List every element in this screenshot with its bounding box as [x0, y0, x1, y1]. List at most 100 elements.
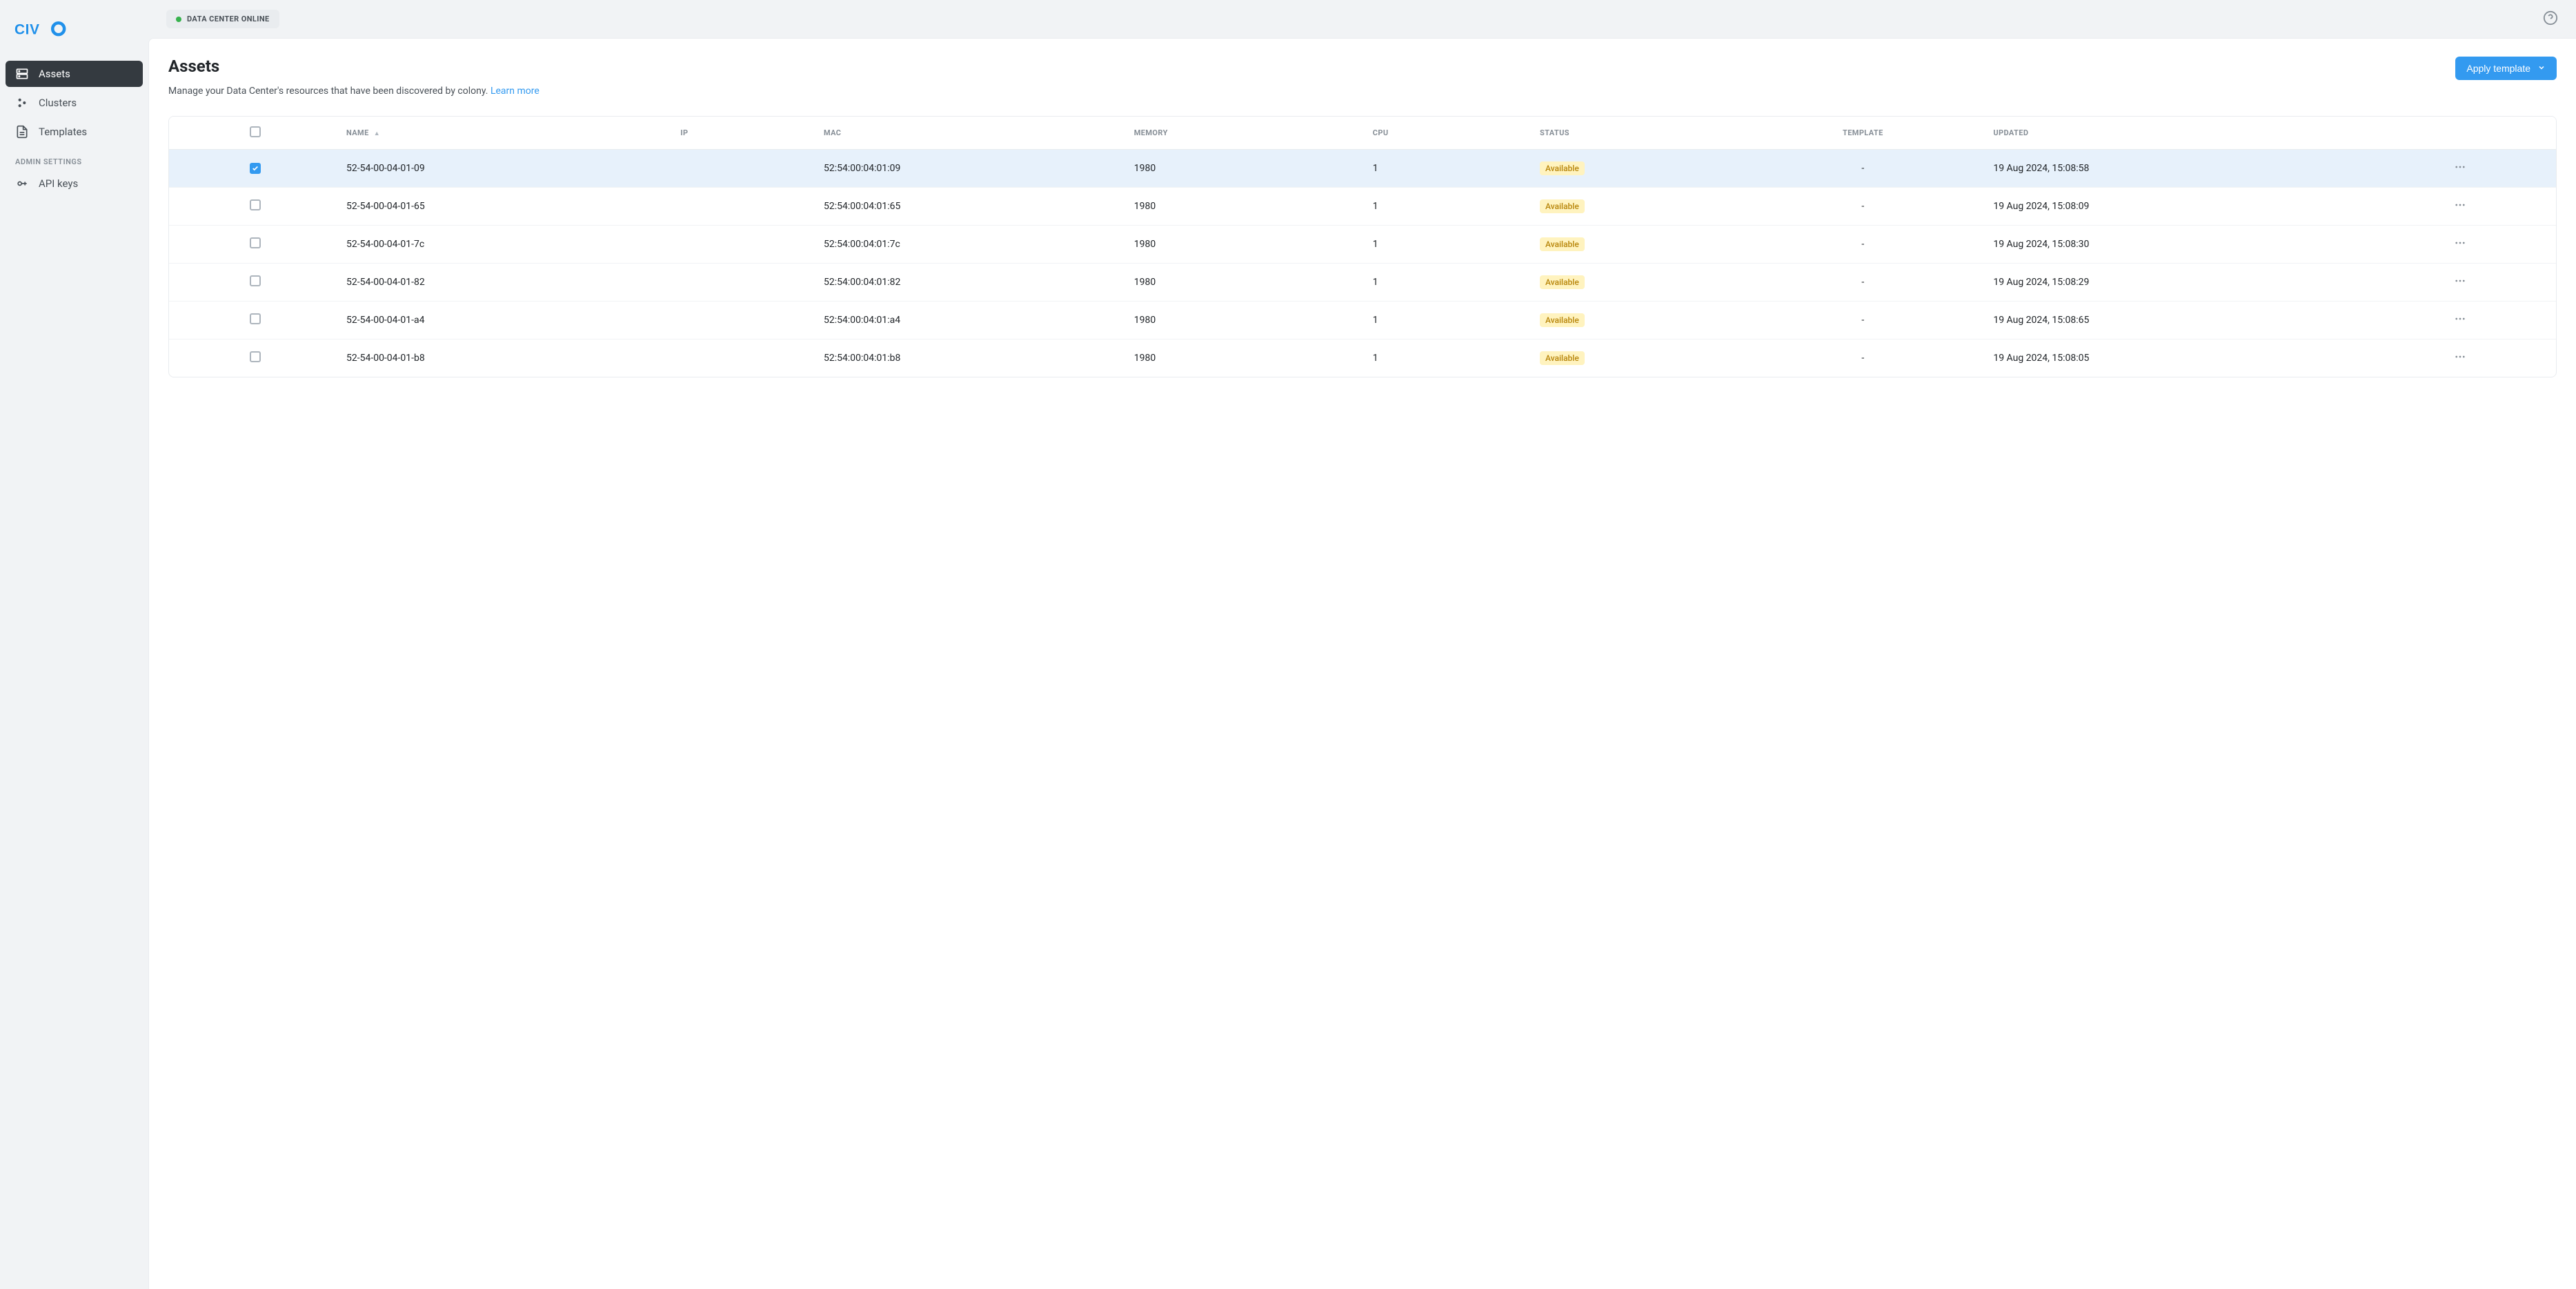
col-header-status[interactable]: STATUS [1529, 117, 1743, 150]
page-description: Manage your Data Center's resources that… [168, 86, 2557, 97]
key-icon [15, 177, 29, 190]
apply-template-button[interactable]: Apply template [2455, 57, 2557, 80]
cell-template: - [1743, 150, 1982, 188]
learn-more-link[interactable]: Learn more [491, 86, 539, 97]
col-header-template[interactable]: TEMPLATE [1743, 117, 1982, 150]
cell-cpu: 1 [1362, 226, 1529, 264]
table-row[interactable]: 52-54-00-04-01-0952:54:00:04:01:0919801A… [169, 150, 2556, 188]
sort-asc-icon: ▲ [374, 130, 380, 137]
cell-updated: 19 Aug 2024, 15:08:58 [1982, 150, 2364, 188]
sidebar-item-label: Assets [39, 68, 70, 80]
more-horizontal-icon [2454, 351, 2466, 366]
cell-updated: 19 Aug 2024, 15:08:09 [1982, 188, 2364, 226]
cell-ip [669, 226, 813, 264]
col-header-memory[interactable]: MEMORY [1123, 117, 1362, 150]
status-badge: Available [1540, 161, 1585, 175]
admin-settings-label: ADMIN SETTINGS [6, 145, 143, 170]
row-actions-button[interactable] [2454, 161, 2466, 176]
chevron-down-icon [2537, 63, 2546, 74]
cell-name: 52-54-00-04-01-65 [335, 188, 669, 226]
sidebar-item-api-keys[interactable]: API keys [6, 170, 143, 197]
cell-mac: 52:54:00:04:01:65 [813, 188, 1123, 226]
row-checkbox[interactable] [250, 199, 261, 210]
page-description-text: Manage your Data Center's resources that… [168, 86, 488, 97]
col-header-mac[interactable]: MAC [813, 117, 1123, 150]
svg-text:CIV: CIV [14, 22, 40, 38]
cell-memory: 1980 [1123, 264, 1362, 302]
sidebar-item-label: API keys [39, 177, 78, 190]
cell-template: - [1743, 302, 1982, 340]
table-row[interactable]: 52-54-00-04-01-8252:54:00:04:01:8219801A… [169, 264, 2556, 302]
help-icon[interactable] [2543, 10, 2558, 28]
cell-memory: 1980 [1123, 340, 1362, 377]
more-horizontal-icon [2454, 199, 2466, 214]
table-row[interactable]: 52-54-00-04-01-a452:54:00:04:01:a419801A… [169, 302, 2556, 340]
status-badge: Available [1540, 351, 1585, 365]
cell-memory: 1980 [1123, 226, 1362, 264]
row-actions-button[interactable] [2454, 199, 2466, 214]
row-actions-button[interactable] [2454, 351, 2466, 366]
more-horizontal-icon [2454, 161, 2466, 176]
cell-template: - [1743, 340, 1982, 377]
sidebar-item-templates[interactable]: Templates [6, 119, 143, 145]
col-header-updated[interactable]: UPDATED [1982, 117, 2364, 150]
cell-status: Available [1529, 340, 1743, 377]
cell-template: - [1743, 264, 1982, 302]
cell-cpu: 1 [1362, 264, 1529, 302]
status-badge: Available [1540, 313, 1585, 327]
row-actions-button[interactable] [2454, 275, 2466, 290]
col-header-name[interactable]: NAME ▲ [335, 117, 669, 150]
cell-status: Available [1529, 264, 1743, 302]
status-dot-icon [176, 17, 181, 22]
cell-mac: 52:54:00:04:01:7c [813, 226, 1123, 264]
cell-memory: 1980 [1123, 150, 1362, 188]
cell-cpu: 1 [1362, 188, 1529, 226]
status-badge: Available [1540, 237, 1585, 251]
col-header-ip[interactable]: IP [669, 117, 813, 150]
cell-status: Available [1529, 226, 1743, 264]
table-row[interactable]: 52-54-00-04-01-65 52:54:00:04:01:6519801A… [169, 188, 2556, 226]
status-badge: Available [1540, 275, 1585, 289]
col-header-cpu[interactable]: CPU [1362, 117, 1529, 150]
table-row[interactable]: 52-54-00-04-01-b852:54:00:04:01:b819801A… [169, 340, 2556, 377]
cell-status: Available [1529, 302, 1743, 340]
cell-name: 52-54-00-04-01-7c [335, 226, 669, 264]
select-all-checkbox[interactable] [250, 126, 261, 137]
row-checkbox[interactable] [250, 163, 261, 174]
templates-icon [15, 125, 29, 139]
more-horizontal-icon [2454, 313, 2466, 328]
more-horizontal-icon [2454, 275, 2466, 290]
cell-ip [669, 340, 813, 377]
col-name-label: NAME [346, 128, 369, 137]
row-checkbox[interactable] [250, 313, 261, 324]
cell-updated: 19 Aug 2024, 15:08:29 [1982, 264, 2364, 302]
row-checkbox[interactable] [250, 351, 261, 362]
row-checkbox[interactable] [250, 275, 261, 286]
clusters-icon [15, 96, 29, 110]
row-checkbox[interactable] [250, 237, 261, 248]
row-actions-button[interactable] [2454, 237, 2466, 252]
cell-name: 52-54-00-04-01-b8 [335, 340, 669, 377]
sidebar-item-label: Templates [39, 126, 87, 138]
cell-updated: 19 Aug 2024, 15:08:05 [1982, 340, 2364, 377]
sidebar: CIV Assets Clusters Templates ADMIN SETTIN… [0, 0, 148, 1289]
cell-memory: 1980 [1123, 302, 1362, 340]
logo[interactable]: CIV [6, 14, 143, 61]
table-row[interactable]: 52-54-00-04-01-7c 52:54:00:04:01:7c19801A… [169, 226, 2556, 264]
cell-cpu: 1 [1362, 150, 1529, 188]
row-actions-button[interactable] [2454, 313, 2466, 328]
cell-memory: 1980 [1123, 188, 1362, 226]
cell-name: 52-54-00-04-01-09 [335, 150, 669, 188]
cell-mac: 52:54:00:04:01:b8 [813, 340, 1123, 377]
status-label: DATA CENTER ONLINE [187, 14, 270, 23]
sidebar-item-clusters[interactable]: Clusters [6, 90, 143, 116]
cell-template: - [1743, 188, 1982, 226]
cell-mac: 52:54:00:04:01:82 [813, 264, 1123, 302]
datacenter-status-pill: DATA CENTER ONLINE [166, 10, 279, 28]
cell-template: - [1743, 226, 1982, 264]
topbar: DATA CENTER ONLINE [148, 0, 2576, 38]
cell-ip [669, 264, 813, 302]
status-badge: Available [1540, 199, 1585, 213]
sidebar-item-assets[interactable]: Assets [6, 61, 143, 87]
cell-ip [669, 150, 813, 188]
